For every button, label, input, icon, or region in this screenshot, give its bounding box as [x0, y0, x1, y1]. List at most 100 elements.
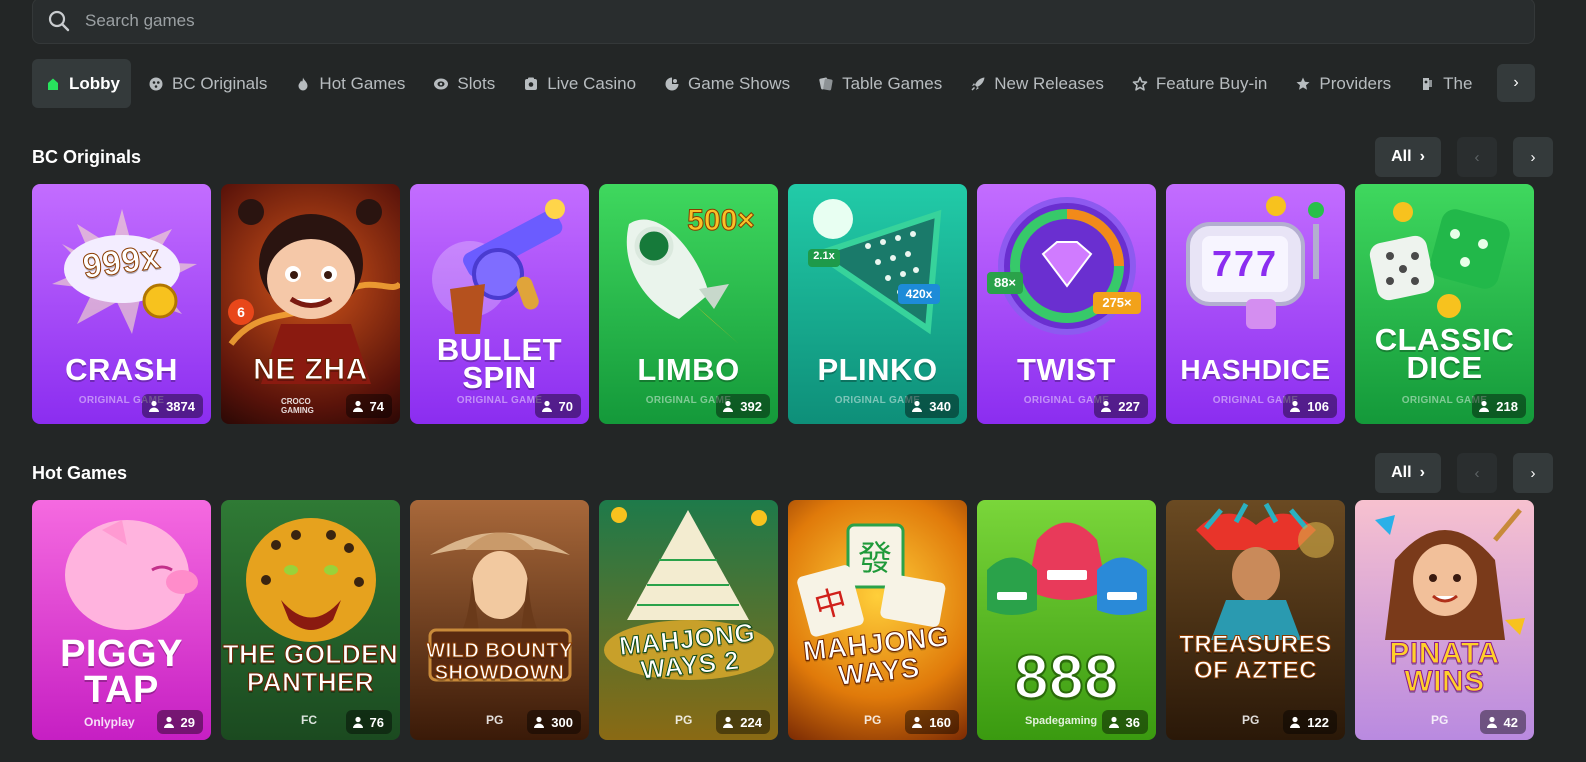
- golden-panther-art: [246, 518, 376, 642]
- game-card-treasures-of-aztec[interactable]: TREASURES OF AZTEC PG 122: [1166, 500, 1345, 740]
- player-count-badge: 227: [1094, 394, 1148, 418]
- star-icon: [1296, 77, 1310, 90]
- user-icon: [1290, 716, 1301, 728]
- tab-feature-buy-in[interactable]: Feature Buy-in: [1119, 59, 1279, 108]
- user-icon: [912, 400, 923, 412]
- tab-game-shows[interactable]: Game Shows: [651, 59, 801, 108]
- game-card-plinko[interactable]: 2.1x 420x PLINKO ORIGINAL GAME 340: [788, 184, 967, 424]
- player-count: 340: [929, 398, 951, 414]
- section-title-bc-originals: BC Originals: [32, 147, 142, 167]
- view-all-button[interactable]: All ›: [1375, 137, 1441, 177]
- game-card-limbo[interactable]: 500× LIMBO ORIGINAL GAME 392: [599, 184, 778, 424]
- provider-logo: PG: [1242, 713, 1260, 727]
- user-icon: [723, 400, 734, 412]
- player-count: 36: [1125, 714, 1140, 730]
- game-card-wild-bounty-showdown[interactable]: WILD BOUNTY SHOWDOWN PG 300: [410, 500, 589, 740]
- game-title: NE ZHA: [253, 353, 368, 386]
- user-icon: [1290, 400, 1301, 412]
- player-count: 218: [1496, 398, 1518, 414]
- player-count-badge: 218: [1472, 394, 1526, 418]
- tab-providers[interactable]: Providers: [1282, 59, 1402, 108]
- game-title: WILD BOUNTY SHOWDOWN: [426, 640, 573, 685]
- originals-icon: [149, 77, 163, 90]
- svg-text:發: 發: [858, 539, 892, 579]
- tab-label: BC Originals: [172, 73, 268, 93]
- tab-themes[interactable]: The: [1406, 59, 1483, 108]
- game-card-piggy-tap[interactable]: PIGGY TAP Onlyplay 29: [32, 500, 211, 740]
- twist-multiplier-high: 275×: [1102, 295, 1132, 310]
- tab-slots[interactable]: Slots: [420, 59, 506, 108]
- chevron-right-icon: ›: [1419, 148, 1425, 165]
- provider-logo: FC: [301, 713, 317, 727]
- tab-live-casino[interactable]: Live Casino: [510, 59, 647, 108]
- player-count: 70: [558, 398, 573, 414]
- pinata-wins-art: [1375, 508, 1525, 640]
- game-card-classic-dice[interactable]: CLASSIC DICE ORIGINAL GAME 218: [1355, 184, 1534, 424]
- game-card-mahjong-ways[interactable]: 發 中 MAHJONG WAYS PG 160: [788, 500, 967, 740]
- tab-new-releases[interactable]: New Releases: [957, 59, 1115, 108]
- provider-logo: PG: [1431, 713, 1449, 727]
- game-title: PINATA WINS: [1389, 637, 1500, 698]
- twist-multiplier-low: 88×: [993, 275, 1017, 290]
- game-card-888[interactable]: 888 Spadegaming 36: [977, 500, 1156, 740]
- game-card-crash[interactable]: 999x CRASH ORIGINAL GAME 3874: [32, 184, 211, 424]
- tab-label: New Releases: [994, 73, 1104, 93]
- player-count-badge: 70: [534, 394, 581, 418]
- player-count-badge: 160: [905, 710, 959, 734]
- tab-label: The: [1443, 73, 1473, 93]
- user-icon: [1108, 716, 1119, 728]
- plinko-multiplier-high: 420x: [905, 287, 933, 301]
- view-all-button[interactable]: All ›: [1375, 453, 1441, 493]
- game-card-mahjong-ways-2[interactable]: MAHJONG WAYS 2 PG 224: [599, 500, 778, 740]
- tab-hot-games[interactable]: Hot Games: [282, 59, 416, 108]
- next-button[interactable]: ›: [1513, 137, 1553, 177]
- user-icon: [352, 716, 363, 728]
- player-count-badge: 340: [905, 394, 959, 418]
- game-card-pinata-wins[interactable]: PINATA WINS PG 42: [1355, 500, 1534, 740]
- game-title: PIGGY TAP: [60, 633, 183, 711]
- next-button[interactable]: ›: [1513, 453, 1553, 493]
- tab-lobby[interactable]: Lobby: [32, 59, 131, 108]
- game-card-ne-zha[interactable]: 6 NE ZHA CROCO GAMING 74: [221, 184, 400, 424]
- star-outline-icon: [1132, 76, 1148, 91]
- player-count-badge: 29: [156, 710, 203, 734]
- user-icon: [1479, 400, 1490, 412]
- user-icon: [163, 716, 174, 728]
- limbo-multiplier-text: 500×: [687, 204, 756, 238]
- search-input[interactable]: [85, 11, 1485, 31]
- live-casino-icon: [525, 77, 538, 90]
- player-count: 106: [1307, 398, 1329, 414]
- player-count-badge: 76: [345, 710, 392, 734]
- prev-button[interactable]: ‹: [1457, 137, 1497, 177]
- tab-label: Table Games: [842, 73, 943, 93]
- theme-icon: [1423, 77, 1433, 90]
- player-count: 300: [551, 714, 573, 730]
- player-count: 42: [1503, 714, 1518, 730]
- game-card-golden-panther[interactable]: THE GOLDEN PANTHER FC 76: [221, 500, 400, 740]
- player-count-badge: 300: [527, 710, 581, 734]
- tab-bc-originals[interactable]: BC Originals: [135, 59, 278, 108]
- game-card-twist[interactable]: 88× 275× TWIST ORIGINAL GAME 227: [977, 184, 1156, 424]
- provider-logo: PG: [486, 713, 504, 727]
- user-icon: [149, 400, 160, 412]
- chevron-right-icon: ›: [1530, 148, 1536, 166]
- search-bar[interactable]: [32, 0, 1535, 44]
- player-count: 160: [929, 714, 951, 730]
- prev-button[interactable]: ‹: [1457, 453, 1497, 493]
- crash-art: [52, 209, 197, 334]
- player-count: 74: [369, 398, 384, 414]
- tab-label: Feature Buy-in: [1155, 73, 1268, 93]
- tab-table-games[interactable]: Table Games: [805, 59, 953, 108]
- tabs-scroll-right-button[interactable]: ›: [1497, 64, 1535, 102]
- treasures-of-aztec-art: [1196, 502, 1334, 640]
- flame-icon: [298, 77, 308, 90]
- game-card-bullet-spin[interactable]: BULLET SPIN ORIGINAL GAME 70: [410, 184, 589, 424]
- player-count-badge: 122: [1283, 710, 1337, 734]
- provider-logo: PG: [864, 713, 882, 727]
- game-shows-icon: [665, 77, 679, 90]
- game-title: LIMBO: [637, 352, 740, 387]
- user-icon: [912, 716, 923, 728]
- game-card-hashdice[interactable]: 777 HASHDICE ORIGINAL GAME 106: [1166, 184, 1345, 424]
- tab-label: Slots: [457, 73, 496, 93]
- tab-label: Hot Games: [319, 73, 406, 93]
